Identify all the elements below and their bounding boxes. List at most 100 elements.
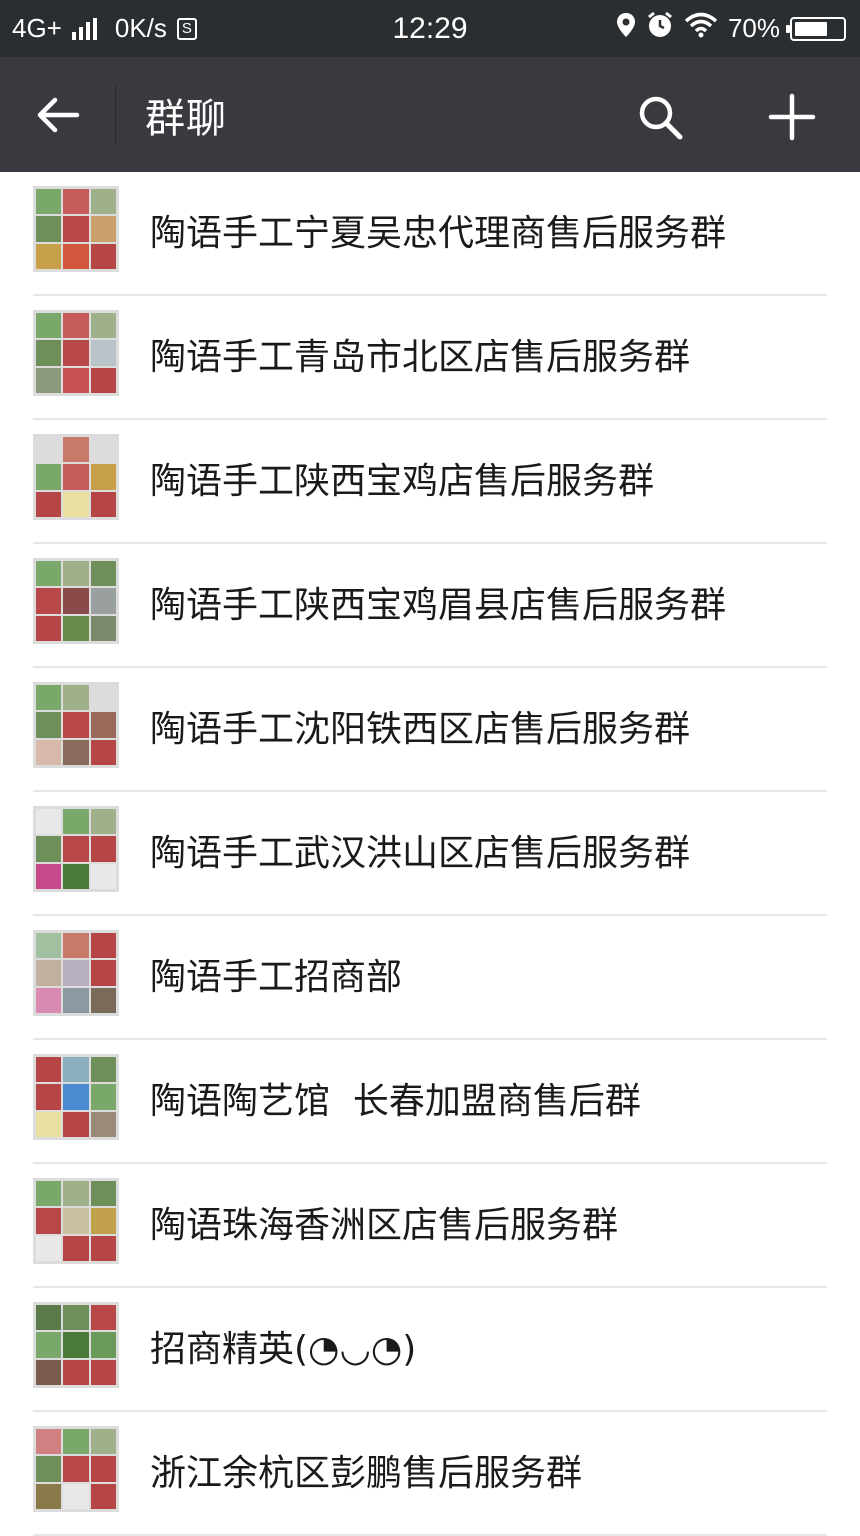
group-chat-item[interactable]: 陶语手工武汉洪山区店售后服务群 — [0, 792, 860, 916]
member-avatar-tile — [63, 615, 89, 641]
member-avatar-tile — [63, 1332, 89, 1358]
group-avatar — [33, 310, 119, 396]
member-avatar-tile — [36, 1208, 62, 1234]
member-avatar-tile — [63, 685, 89, 711]
battery-icon — [786, 16, 846, 41]
group-avatar — [33, 434, 119, 520]
member-avatar-tile — [36, 189, 62, 215]
member-avatar-tile — [90, 1057, 116, 1083]
group-name: 陶语手工宁夏吴忠代理商售后服务群 — [150, 213, 727, 254]
group-name: 陶语手工沈阳铁西区店售后服务群 — [150, 709, 691, 750]
member-avatar-tile — [63, 313, 89, 339]
back-arrow-icon[interactable] — [30, 87, 86, 143]
alarm-icon — [646, 11, 674, 46]
member-avatar-tile — [36, 1483, 62, 1509]
battery-percent: 70% — [727, 13, 780, 43]
member-avatar-tile — [90, 491, 116, 517]
member-avatar-tile — [63, 561, 89, 587]
member-avatar-tile — [36, 340, 62, 366]
member-avatar-tile — [36, 712, 62, 738]
member-avatar-tile — [90, 1305, 116, 1331]
member-avatar-tile — [90, 1208, 116, 1234]
group-avatar — [33, 1426, 119, 1512]
group-list: 陶语手工宁夏吴忠代理商售后服务群 陶语手工青岛市北区店售后服务群陶语手工陕西宝鸡店… — [0, 172, 860, 1536]
group-avatar — [33, 1054, 119, 1140]
member-avatar-tile — [90, 189, 116, 215]
group-chat-item[interactable]: 陶语手工青岛市北区店售后服务群 — [0, 296, 860, 420]
member-avatar-tile — [36, 491, 62, 517]
member-avatar-tile — [63, 836, 89, 862]
member-avatar-tile — [63, 1429, 89, 1455]
member-avatar-tile — [63, 243, 89, 269]
group-chat-item[interactable]: 陶语手工宁夏吴忠代理商售后服务群 — [0, 172, 860, 296]
member-avatar-tile — [36, 561, 62, 587]
member-avatar-tile — [90, 1084, 116, 1110]
member-avatar-tile — [90, 216, 116, 242]
add-icon[interactable] — [762, 87, 822, 147]
member-avatar-tile — [36, 1181, 62, 1207]
member-avatar-tile — [36, 836, 62, 862]
member-avatar-tile — [90, 987, 116, 1013]
status-right: 70% — [616, 0, 846, 57]
member-avatar-tile — [90, 588, 116, 614]
group-chat-item[interactable]: 陶语手工招商部 — [0, 916, 860, 1040]
member-avatar-tile — [90, 960, 116, 986]
member-avatar-tile — [90, 1111, 116, 1137]
member-avatar-tile — [36, 1305, 62, 1331]
member-avatar-tile — [63, 987, 89, 1013]
member-avatar-tile — [36, 1359, 62, 1385]
member-avatar-tile — [90, 561, 116, 587]
group-chat-item[interactable]: 浙江余杭区彭鹏售后服务群 — [0, 1412, 860, 1536]
member-avatar-tile — [63, 933, 89, 959]
location-icon — [616, 12, 636, 45]
member-avatar-tile — [36, 1456, 62, 1482]
member-avatar-tile — [90, 863, 116, 889]
page-title: 群聊 — [145, 95, 227, 142]
member-avatar-tile — [63, 960, 89, 986]
member-avatar-tile — [63, 863, 89, 889]
member-avatar-tile — [90, 464, 116, 490]
member-avatar-tile — [63, 1483, 89, 1509]
member-avatar-tile — [36, 1332, 62, 1358]
group-chat-item[interactable]: 陶语陶艺馆 长春加盟商售后群 — [0, 1040, 860, 1164]
member-avatar-tile — [90, 615, 116, 641]
group-name: 陶语手工青岛市北区店售后服务群 — [150, 337, 691, 378]
member-avatar-tile — [63, 216, 89, 242]
member-avatar-tile — [63, 464, 89, 490]
group-chat-item[interactable]: 陶语手工沈阳铁西区店售后服务群 — [0, 668, 860, 792]
member-avatar-tile — [63, 437, 89, 463]
member-avatar-tile — [90, 1332, 116, 1358]
search-icon[interactable] — [630, 87, 690, 147]
status-bar: 4G+ 0K/s S 12:29 70% — [0, 0, 860, 57]
member-avatar-tile — [90, 685, 116, 711]
group-name: 浙江余杭区彭鹏售后服务群 — [150, 1453, 583, 1494]
member-avatar-tile — [63, 1084, 89, 1110]
group-avatar — [33, 1302, 119, 1388]
member-avatar-tile — [90, 712, 116, 738]
group-avatar — [33, 558, 119, 644]
group-name: 陶语手工招商部 — [150, 957, 403, 998]
member-avatar-tile — [63, 588, 89, 614]
member-avatar-tile — [90, 1235, 116, 1261]
group-chat-item[interactable]: 陶语手工陕西宝鸡眉县店售后服务群 — [0, 544, 860, 668]
member-avatar-tile — [36, 1057, 62, 1083]
member-avatar-tile — [63, 1181, 89, 1207]
member-avatar-tile — [90, 437, 116, 463]
member-avatar-tile — [90, 313, 116, 339]
member-avatar-tile — [90, 1456, 116, 1482]
member-avatar-tile — [63, 1111, 89, 1137]
member-avatar-tile — [36, 243, 62, 269]
member-avatar-tile — [63, 739, 89, 765]
group-avatar — [33, 930, 119, 1016]
member-avatar-tile — [63, 1208, 89, 1234]
group-chat-item[interactable]: 陶语珠海香洲区店售后服务群 — [0, 1164, 860, 1288]
group-chat-item[interactable]: 陶语手工陕西宝鸡店售后服务群 — [0, 420, 860, 544]
member-avatar-tile — [36, 216, 62, 242]
member-avatar-tile — [36, 960, 62, 986]
group-name: 陶语珠海香洲区店售后服务群 — [150, 1205, 619, 1246]
group-chat-item[interactable]: 招商精英(◔◡◔) — [0, 1288, 860, 1412]
group-name: 陶语手工陕西宝鸡眉县店售后服务群 — [150, 585, 727, 626]
group-name: 陶语手工武汉洪山区店售后服务群 — [150, 833, 691, 874]
member-avatar-tile — [90, 340, 116, 366]
member-avatar-tile — [90, 1429, 116, 1455]
